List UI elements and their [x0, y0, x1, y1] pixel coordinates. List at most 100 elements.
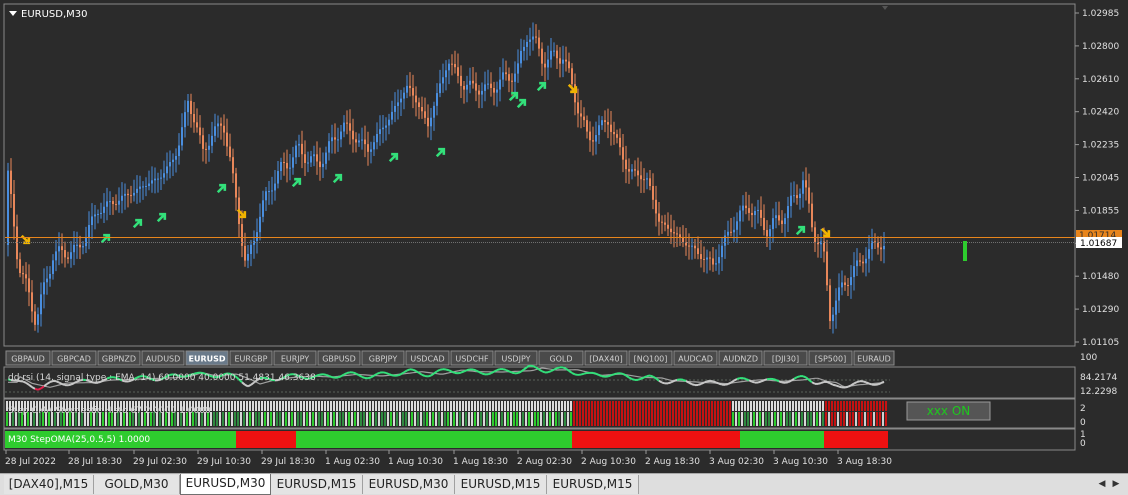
candle-body — [505, 72, 507, 75]
candle-body — [124, 193, 126, 196]
histo-bar-top — [744, 401, 746, 411]
tab-scroll-left-icon[interactable]: ◀ — [1096, 477, 1108, 491]
histo-bar-top — [816, 401, 818, 411]
histo-bar — [747, 412, 749, 426]
histo-bar — [726, 401, 728, 426]
histo-bar-top — [801, 401, 803, 411]
histo-bar-top — [456, 401, 458, 411]
rsi-line-segment — [361, 375, 366, 379]
chart-tab[interactable]: EURUSD,M15 — [455, 475, 547, 494]
candle-body — [751, 212, 753, 216]
chart-tab[interactable]: GOLD,M30 — [94, 475, 180, 494]
rsi-line-segment — [742, 377, 747, 380]
histo-bar — [792, 412, 794, 426]
candle-body — [640, 175, 642, 180]
candle-body — [385, 125, 387, 128]
histo-bar — [810, 412, 812, 426]
rsi-line-segment — [877, 382, 882, 386]
symbol-button-label: USDCAD — [410, 355, 444, 364]
time-axis-label: 29 Jul 02:30 — [133, 457, 187, 467]
rsi-line-segment — [772, 378, 777, 381]
histo-bar-top — [792, 401, 794, 411]
rsi-line-segment — [880, 380, 885, 385]
chart-svg[interactable]: EURUSD,M30 1.029851.028001.026101.024201… — [0, 0, 1128, 473]
histo-bar — [552, 412, 554, 426]
histo-bar — [609, 401, 611, 426]
histo-bar-top — [237, 401, 239, 411]
histo-bar-top — [750, 401, 752, 411]
candle-body — [328, 141, 330, 153]
histo-bar — [627, 401, 629, 426]
candle-body — [100, 212, 102, 214]
candle-body — [670, 228, 672, 233]
histo-bar-top — [810, 401, 812, 411]
chart-tab[interactable]: [DAX40],M15 — [4, 475, 94, 494]
histo-bar-top — [462, 401, 464, 411]
rsi-line-segment — [493, 369, 498, 373]
rsi-line-segment — [661, 381, 666, 385]
xxx-on-button-label: xxx ON — [927, 404, 971, 418]
histo-bar-top — [468, 401, 470, 411]
histo-bar — [261, 412, 263, 426]
histo-bar — [831, 412, 833, 426]
chart-tab[interactable]: EURUSD,M15 — [547, 475, 639, 494]
histo-bar-top — [354, 401, 356, 411]
candle-body — [496, 89, 498, 93]
candle-body — [67, 257, 69, 259]
histo-bar-top — [537, 401, 539, 411]
rsi-line-segment — [457, 371, 462, 375]
rsi-line-segment — [649, 374, 654, 378]
histo-bar — [480, 412, 482, 426]
rsi-line-segment — [760, 379, 765, 383]
histo-bar-top — [273, 401, 275, 411]
candle-body — [352, 130, 354, 140]
rsi-line-segment — [37, 387, 42, 391]
histo-bar — [858, 412, 860, 426]
candle-body — [367, 144, 369, 152]
histo-bar-top — [219, 401, 221, 411]
candle-body — [664, 222, 666, 225]
candle-body — [433, 105, 435, 118]
candle-body — [628, 169, 630, 172]
candle-body — [28, 278, 30, 293]
histo-bar-top — [378, 401, 380, 411]
symbol-button-label: [NQ100] — [634, 355, 668, 364]
chart-tab[interactable]: EURUSD,M15 — [271, 475, 363, 494]
chart-tab[interactable]: EURUSD,M30 — [363, 475, 455, 494]
candle-body — [880, 247, 882, 250]
candle-body — [334, 137, 336, 140]
candle-body — [829, 285, 831, 322]
histo-bar-top — [564, 401, 566, 411]
rsi-line-segment — [472, 368, 477, 372]
histo-bar — [684, 401, 686, 426]
candle-body — [649, 178, 651, 187]
histo-bar — [501, 412, 503, 426]
candle-body — [34, 311, 36, 325]
histo-bar — [693, 401, 695, 426]
candle-body — [31, 292, 33, 312]
histo-bar-top — [498, 401, 500, 411]
rsi-scale-100: 100 — [1080, 353, 1097, 363]
histo-bar — [780, 412, 782, 426]
candle-body — [106, 201, 108, 207]
histo-bar — [600, 401, 602, 426]
rsi-line-segment — [382, 371, 387, 374]
candle-body — [229, 146, 231, 158]
price-axis-label: 1.02045 — [1082, 174, 1119, 184]
rsi-line-segment — [391, 374, 396, 377]
rsi-line-segment — [478, 371, 483, 375]
histo-bar-top — [288, 401, 290, 411]
candle-body — [739, 210, 741, 222]
chart-tab-active[interactable]: EURUSD,M30 — [180, 474, 271, 495]
histo-bar — [492, 412, 494, 426]
candle-body — [883, 245, 885, 250]
tab-scroll-right-icon[interactable]: ▶ — [1110, 477, 1122, 491]
candle-body — [76, 244, 78, 246]
histo-bar-top — [738, 401, 740, 411]
candle-body — [775, 215, 777, 219]
histo-bar — [450, 412, 452, 426]
histo-bar-top — [339, 401, 341, 411]
histo-bar — [555, 412, 557, 426]
rsi-line-segment — [601, 375, 606, 378]
candle-body — [730, 231, 732, 233]
